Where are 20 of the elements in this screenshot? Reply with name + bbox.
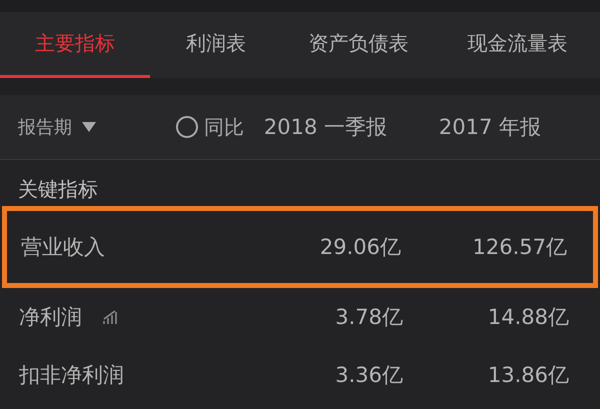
column-header: 2017 年报 <box>438 114 541 141</box>
row-label: 净利润 <box>19 304 82 331</box>
tab[interactable]: 现金流量表 <box>435 12 600 78</box>
row-label: 营业收入 <box>21 234 105 261</box>
row-label: 扣非净利润 <box>19 362 124 389</box>
tab[interactable]: 利润表 <box>150 12 282 78</box>
compare-radio[interactable] <box>176 116 198 138</box>
value-cell-text: 3.78亿 <box>334 304 403 331</box>
section-title: 关键指标 <box>18 177 98 201</box>
value-cell-text: 13.86亿 <box>486 362 569 389</box>
caret-icon[interactable] <box>82 122 96 132</box>
trend-chart-icon[interactable] <box>102 309 118 325</box>
value-cell-text: 14.88亿 <box>486 304 569 331</box>
compare-label[interactable]: 同比 <box>204 114 244 140</box>
value-cell-text: 126.57亿 <box>472 234 567 261</box>
value-cell-text: 29.06亿 <box>318 234 401 261</box>
tab[interactable]: 资产负债表 <box>282 12 435 78</box>
column-header: 2018 一季报 <box>262 114 387 141</box>
value-cell-text: 3.36亿 <box>334 362 403 389</box>
period-label[interactable]: 报告期 <box>18 115 72 139</box>
